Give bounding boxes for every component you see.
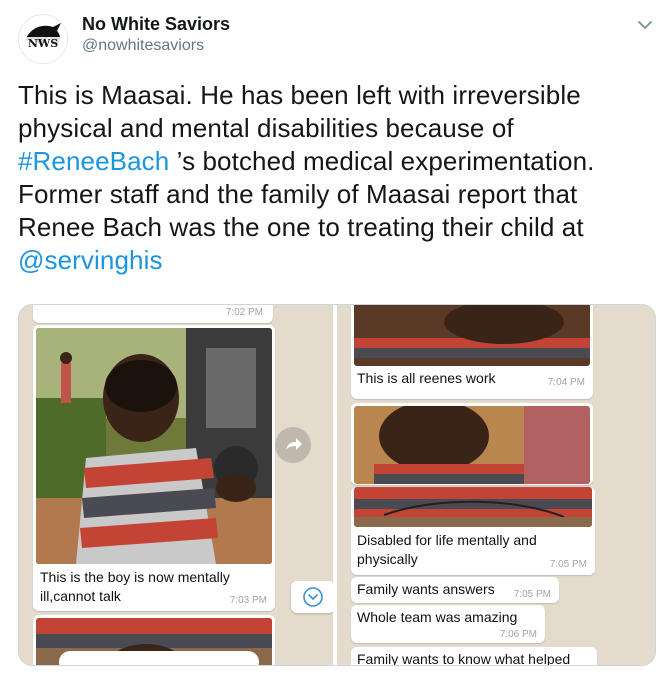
child-photo-2[interactable] [354, 406, 590, 484]
child-photo-closeup[interactable] [354, 305, 590, 366]
chat-screenshot-right[interactable]: This is all reenes work 7:04 PM Disabled… [337, 305, 655, 665]
photo-message-bubble [351, 403, 593, 485]
chat-screenshot-left[interactable]: 7:02 PM This is the boy is now mentally … [19, 305, 333, 665]
message-time: 7:05 PM [549, 559, 587, 570]
caption-line-1: This is the boy is now mentally [40, 569, 230, 585]
message-bubble-top: 7:02 PM [33, 305, 273, 323]
forward-arrow-icon[interactable] [275, 427, 311, 463]
message-time: 7:02 PM [225, 307, 263, 318]
message-input[interactable] [59, 651, 259, 665]
tweet: NWS No White Saviors @nowhitesaviors Thi… [0, 0, 672, 689]
message-text: Family wants answers [357, 581, 495, 597]
display-name[interactable]: No White Saviors [82, 14, 230, 35]
message-text: Family wants to know what helped [357, 651, 571, 665]
child-photo-3[interactable] [354, 487, 592, 527]
message-bubble: Whole team was amazing 7:06 PM [351, 605, 545, 643]
nws-logo-icon: NWS [19, 15, 67, 63]
message-bubble-partial: Family wants to know what helped [351, 647, 597, 665]
avatar-logo-text: NWS [28, 37, 58, 50]
photo-caption: This is the boy is now mentally ill,cann… [40, 568, 230, 606]
message-line-2: physically [357, 551, 418, 567]
avatar[interactable]: NWS [18, 14, 68, 64]
message-time: 7:05 PM [513, 589, 551, 600]
user-handle[interactable]: @nowhitesaviors [82, 37, 204, 55]
message-time: 7:03 PM [229, 595, 267, 606]
mention-link[interactable]: @servinghis [18, 245, 163, 275]
chevron-down-icon[interactable] [634, 14, 656, 36]
message-text: Disabled for life mentally and physicall… [357, 531, 537, 569]
message-text: This is all reenes work [357, 370, 496, 386]
media-attachment[interactable]: 7:02 PM This is the boy is now mentally … [18, 304, 656, 666]
chevron-down-circle-icon[interactable] [291, 581, 333, 613]
photo-message-bubble: This is the boy is now mentally ill,cann… [33, 325, 275, 611]
hashtag-link[interactable]: #ReneeBach [18, 146, 169, 176]
photo-message-bubble: Disabled for life mentally and physicall… [351, 487, 595, 575]
message-bubble: Family wants answers 7:05 PM [351, 577, 559, 603]
message-time: 7:04 PM [547, 377, 585, 388]
child-photo[interactable] [36, 328, 272, 564]
tweet-text: This is Maasai. He has been left with ir… [18, 79, 654, 277]
message-line-1: Disabled for life mentally and [357, 532, 537, 548]
photo-message-bubble: This is all reenes work 7:04 PM [351, 305, 593, 399]
message-text: Whole team was amazing [357, 609, 518, 625]
caption-line-2: ill,cannot talk [40, 588, 121, 604]
message-time: 7:06 PM [499, 629, 537, 640]
tweet-text-part1: This is Maasai. He has been left with ir… [18, 80, 581, 143]
